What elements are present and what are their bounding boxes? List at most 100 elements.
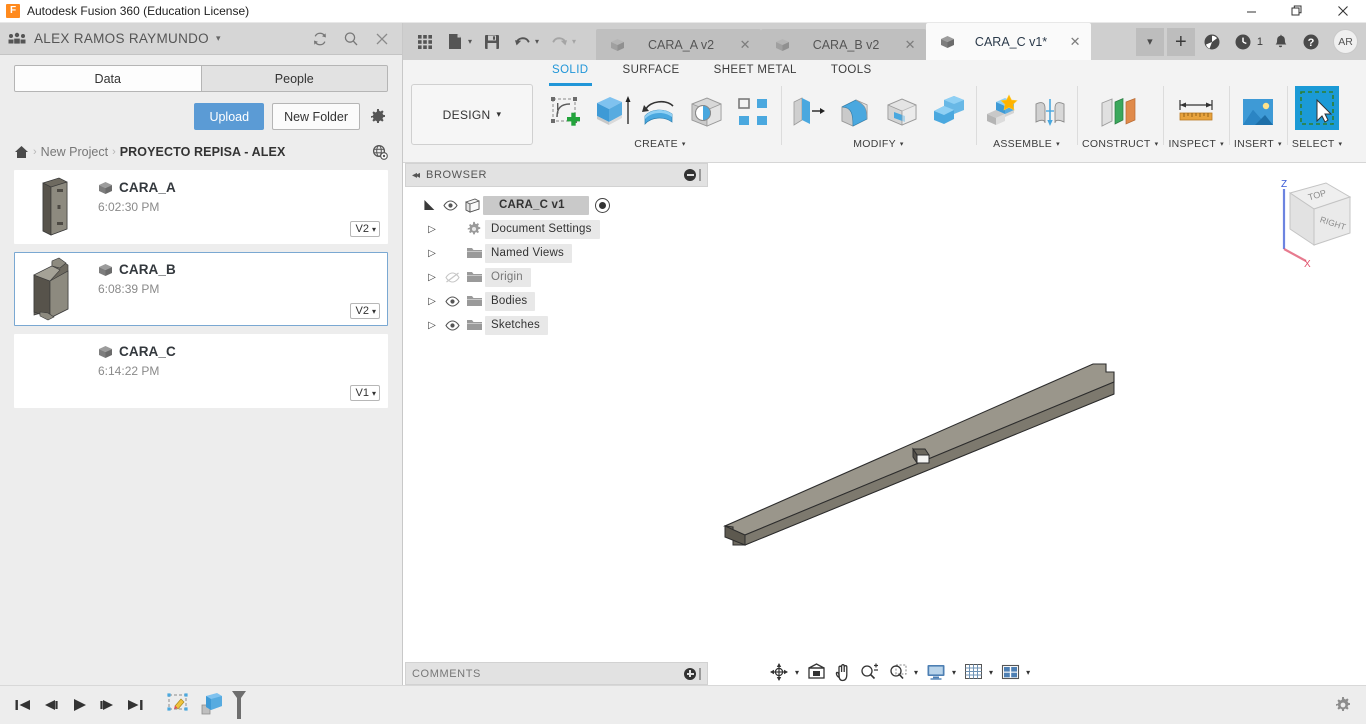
tree-node-origin[interactable]: ▷ Origin (405, 265, 708, 289)
comments-panel-header[interactable]: COMMENTS (405, 662, 708, 685)
tree-node-sketches[interactable]: ▷ Sketches (405, 313, 708, 337)
file-version-selector[interactable]: V1 ▾ (350, 385, 380, 401)
chevron-down-icon[interactable]: ▾ (914, 668, 918, 677)
eye-icon[interactable] (441, 296, 463, 307)
tab-people[interactable]: People (202, 66, 388, 91)
minimize-button[interactable] (1228, 0, 1274, 23)
expand-triangle-icon[interactable]: ▷ (423, 296, 441, 307)
combine-icon[interactable] (927, 86, 971, 138)
ribbon-group-label[interactable]: INSERT ▾ (1234, 138, 1282, 150)
save-icon[interactable] (478, 28, 506, 56)
tree-node-named-views[interactable]: ▷ Named Views (405, 241, 708, 265)
eye-icon[interactable] (441, 320, 463, 331)
workspace-switcher-design[interactable]: DESIGN ▾ (411, 84, 533, 145)
search-icon[interactable] (342, 30, 359, 47)
app-grid-icon[interactable] (411, 28, 439, 56)
ribbon-group-label[interactable]: CREATE ▾ (634, 138, 685, 150)
shell-icon[interactable] (880, 86, 924, 138)
go-to-end-icon[interactable] (122, 692, 148, 718)
collapse-left-icon[interactable]: ◂◂ (412, 170, 418, 181)
ribbon-tab-sheet-metal[interactable]: SHEET METAL (697, 60, 814, 83)
refresh-icon[interactable] (311, 30, 328, 47)
view-cube[interactable]: TOP RIGHT Z X (1262, 171, 1358, 271)
file-version-selector[interactable]: V2 ▾ (350, 303, 380, 319)
orbit-icon[interactable] (766, 660, 792, 684)
insert-image-icon[interactable] (1234, 86, 1282, 138)
ribbon-group-label[interactable]: CONSTRUCT ▾ (1082, 138, 1158, 150)
eye-icon[interactable] (439, 200, 461, 211)
close-button[interactable] (1320, 0, 1366, 23)
account-name[interactable]: ALEX RAMOS RAYMUNDO (34, 31, 209, 46)
new-tab-button[interactable]: + (1167, 28, 1195, 56)
pattern-icon[interactable] (732, 86, 776, 138)
document-tab-cara-c[interactable]: CARA_C v1* ✕ (926, 23, 1091, 60)
new-component-icon[interactable] (981, 86, 1025, 138)
ribbon-tab-tools[interactable]: TOOLS (814, 60, 889, 83)
press-pull-icon[interactable] (786, 86, 830, 138)
help-icon[interactable]: ? (1297, 28, 1325, 56)
expand-triangle-icon[interactable]: ▷ (423, 224, 441, 235)
pan-icon[interactable] (831, 660, 855, 684)
tree-node-document-settings[interactable]: ▷ Document Settings (405, 217, 708, 241)
ribbon-group-label[interactable]: SELECT ▾ (1292, 138, 1342, 150)
gear-icon[interactable] (368, 107, 388, 127)
tab-data[interactable]: Data (15, 66, 202, 91)
sketch-feature-icon[interactable] (164, 692, 194, 718)
close-icon[interactable]: ✕ (737, 37, 753, 53)
expand-triangle-icon[interactable]: ▷ (423, 248, 441, 259)
viewports-icon[interactable] (998, 660, 1023, 684)
job-status-icon[interactable] (1229, 28, 1257, 56)
go-to-beginning-icon[interactable] (10, 692, 36, 718)
breadcrumb-parent[interactable]: New Project (41, 145, 108, 159)
play-icon[interactable] (66, 692, 92, 718)
minus-circle-icon[interactable] (684, 169, 696, 181)
measure-icon[interactable] (1169, 86, 1223, 138)
chevron-down-icon[interactable]: ▾ (952, 668, 956, 677)
redo-icon[interactable] (545, 28, 573, 56)
activate-radio-icon[interactable] (595, 198, 610, 213)
chevron-down-icon[interactable]: ▾ (1026, 668, 1030, 677)
file-version-selector[interactable]: V2 ▾ (350, 221, 380, 237)
close-icon[interactable]: ✕ (902, 37, 918, 53)
joint-icon[interactable] (1028, 86, 1072, 138)
extrude-feature-icon[interactable] (196, 692, 226, 718)
expand-triangle-icon[interactable]: ◢ (422, 196, 438, 214)
display-settings-icon[interactable] (923, 660, 949, 684)
expand-triangle-icon[interactable]: ▷ (423, 320, 441, 331)
close-panel-icon[interactable] (373, 30, 390, 47)
document-tab-cara-a[interactable]: CARA_A v2 ✕ (596, 29, 761, 60)
ribbon-tab-surface[interactable]: SURFACE (606, 60, 697, 83)
hole-icon[interactable] (685, 86, 729, 138)
ribbon-group-label[interactable]: MODIFY ▾ (853, 138, 903, 150)
tree-node-bodies[interactable]: ▷ Bodies (405, 289, 708, 313)
expand-triangle-icon[interactable]: ▷ (423, 272, 441, 283)
grid-snap-icon[interactable] (961, 660, 986, 684)
close-icon[interactable]: ✕ (1067, 34, 1083, 50)
eye-off-icon[interactable] (441, 272, 463, 283)
fillet-icon[interactable] (833, 86, 877, 138)
home-icon[interactable] (14, 145, 29, 159)
zoom-window-icon[interactable] (885, 660, 911, 684)
maximize-button[interactable] (1274, 0, 1320, 23)
new-file-icon[interactable] (441, 28, 469, 56)
look-at-icon[interactable] (804, 660, 829, 684)
extensions-icon[interactable] (1198, 28, 1226, 56)
new-folder-button[interactable]: New Folder (272, 103, 360, 130)
upload-button[interactable]: Upload (194, 103, 264, 130)
undo-icon[interactable] (508, 28, 536, 56)
revolve-icon[interactable] (638, 86, 682, 138)
step-back-icon[interactable] (38, 692, 64, 718)
chevron-down-icon[interactable]: ▾ (989, 668, 993, 677)
add-comment-icon[interactable] (684, 668, 696, 680)
globe-eye-icon[interactable] (372, 144, 388, 160)
extrude-icon[interactable] (591, 86, 635, 138)
chevron-down-icon[interactable]: ▾ (535, 37, 539, 46)
offset-plane-icon[interactable] (1092, 86, 1148, 138)
tree-node-root[interactable]: ◢ CARA_C v1 (405, 193, 708, 217)
avatar[interactable]: AR (1333, 29, 1358, 54)
notifications-bell-icon[interactable] (1266, 28, 1294, 56)
create-sketch-icon[interactable] (544, 86, 588, 138)
ribbon-tab-solid[interactable]: SOLID (535, 60, 606, 83)
panel-grip[interactable] (699, 668, 701, 680)
gear-icon[interactable] (1330, 692, 1356, 718)
